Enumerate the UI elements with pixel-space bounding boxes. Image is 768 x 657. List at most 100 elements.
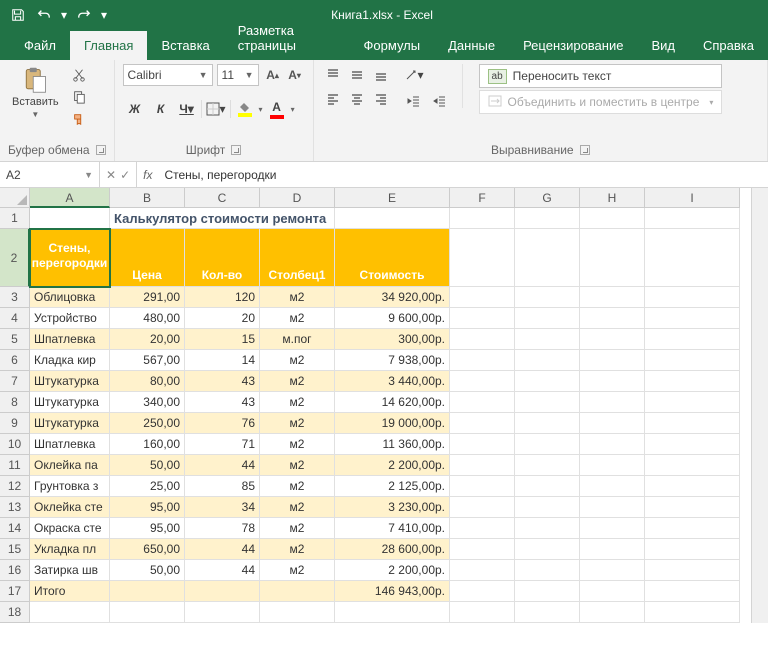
cancel-formula-icon[interactable]: ✕ <box>106 168 116 182</box>
row-header[interactable]: 12 <box>0 476 30 497</box>
cell[interactable] <box>580 560 645 581</box>
tab-review[interactable]: Рецензирование <box>509 31 637 60</box>
cell[interactable]: 78 <box>185 518 260 539</box>
cell[interactable]: Грунтовка з <box>30 476 110 497</box>
col-header-F[interactable]: F <box>450 188 515 208</box>
cell[interactable] <box>515 413 580 434</box>
cell[interactable]: 11 360,00р. <box>335 434 450 455</box>
cell[interactable] <box>450 476 515 497</box>
tab-formulas[interactable]: Формулы <box>350 31 435 60</box>
cell[interactable] <box>260 581 335 602</box>
cell[interactable] <box>450 602 515 623</box>
font-name-combo[interactable]: Calibri▼ <box>123 64 213 86</box>
col-header-D[interactable]: D <box>260 188 335 208</box>
cell[interactable]: Шпатлевка <box>30 434 110 455</box>
col-header-C[interactable]: C <box>185 188 260 208</box>
cell[interactable] <box>515 497 580 518</box>
cell[interactable] <box>110 602 185 623</box>
worksheet-grid[interactable]: ABCDEFGHI 1Калькулятор стоимости ремонта… <box>0 188 768 623</box>
cell[interactable] <box>450 413 515 434</box>
cell[interactable]: 95,00 <box>110 497 185 518</box>
orientation-icon[interactable]: ▾ <box>402 64 426 86</box>
cell[interactable]: Укладка пл <box>30 539 110 560</box>
align-left-icon[interactable] <box>322 88 344 110</box>
row-header[interactable]: 3 <box>0 287 30 308</box>
row-header[interactable]: 1 <box>0 208 30 229</box>
clipboard-launcher-icon[interactable] <box>96 145 106 155</box>
cut-icon[interactable] <box>69 66 89 84</box>
cell[interactable] <box>645 539 740 560</box>
cell[interactable] <box>580 497 645 518</box>
cell[interactable]: м2 <box>260 392 335 413</box>
cell[interactable] <box>450 229 515 287</box>
cell[interactable]: 3 230,00р. <box>335 497 450 518</box>
cell[interactable] <box>450 308 515 329</box>
cell[interactable]: Штукатурка <box>30 413 110 434</box>
cell[interactable] <box>450 581 515 602</box>
tab-layout[interactable]: Разметка страницы <box>224 16 350 60</box>
enter-formula-icon[interactable]: ✓ <box>120 168 130 182</box>
fill-color-icon[interactable] <box>233 98 257 120</box>
cell[interactable] <box>450 371 515 392</box>
cell[interactable] <box>645 308 740 329</box>
row-header[interactable]: 9 <box>0 413 30 434</box>
merge-center-button[interactable]: Объединить и поместить в центре ▾ <box>479 90 723 114</box>
row-header[interactable]: 16 <box>0 560 30 581</box>
col-header-G[interactable]: G <box>515 188 580 208</box>
underline-button[interactable]: Ч ▾ <box>175 98 199 120</box>
cell[interactable] <box>515 581 580 602</box>
font-launcher-icon[interactable] <box>231 145 241 155</box>
cell[interactable]: 85 <box>185 476 260 497</box>
row-header[interactable]: 17 <box>0 581 30 602</box>
cell[interactable]: 120 <box>185 287 260 308</box>
cell[interactable]: 9 600,00р. <box>335 308 450 329</box>
cell[interactable]: 20,00 <box>110 329 185 350</box>
cell[interactable]: м2 <box>260 560 335 581</box>
fx-icon[interactable]: fx <box>137 168 158 182</box>
wrap-text-button[interactable]: ab Переносить текст <box>479 64 723 88</box>
cell[interactable]: 2 125,00р. <box>335 476 450 497</box>
cell[interactable]: м.пог <box>260 329 335 350</box>
italic-button[interactable]: К <box>149 98 173 120</box>
cell[interactable] <box>645 434 740 455</box>
row-header[interactable]: 7 <box>0 371 30 392</box>
cell[interactable] <box>515 350 580 371</box>
cell[interactable] <box>450 350 515 371</box>
cell[interactable]: м2 <box>260 413 335 434</box>
row-header[interactable]: 13 <box>0 497 30 518</box>
cell[interactable] <box>645 413 740 434</box>
cell[interactable] <box>515 476 580 497</box>
cell[interactable]: 160,00 <box>110 434 185 455</box>
cell[interactable] <box>580 434 645 455</box>
cell[interactable] <box>645 581 740 602</box>
decrease-font-icon[interactable]: А▾ <box>285 65 305 85</box>
cell[interactable] <box>515 329 580 350</box>
name-box[interactable]: A2▼ <box>0 162 100 187</box>
align-middle-icon[interactable] <box>346 64 368 86</box>
tab-insert[interactable]: Вставка <box>147 31 223 60</box>
cell[interactable]: 480,00 <box>110 308 185 329</box>
cell[interactable]: Затирка шв <box>30 560 110 581</box>
undo-icon[interactable] <box>32 3 56 27</box>
cell[interactable] <box>645 229 740 287</box>
paste-button[interactable]: Вставить ▼ <box>8 64 63 121</box>
tab-view[interactable]: Вид <box>637 31 689 60</box>
cell[interactable] <box>450 434 515 455</box>
cell[interactable] <box>515 229 580 287</box>
cell[interactable]: 25,00 <box>110 476 185 497</box>
row-header[interactable]: 8 <box>0 392 30 413</box>
bold-button[interactable]: Ж <box>123 98 147 120</box>
cell[interactable] <box>580 602 645 623</box>
table-header[interactable]: Цена <box>110 229 185 287</box>
cell[interactable]: Итого <box>30 581 110 602</box>
row-header[interactable]: 11 <box>0 455 30 476</box>
cell[interactable] <box>580 413 645 434</box>
cell[interactable]: 43 <box>185 392 260 413</box>
cell[interactable]: Кладка кир <box>30 350 110 371</box>
tab-file[interactable]: Файл <box>10 31 70 60</box>
cell[interactable]: Оклейка сте <box>30 497 110 518</box>
cell[interactable] <box>335 602 450 623</box>
row-header[interactable]: 18 <box>0 602 30 623</box>
align-bottom-icon[interactable] <box>370 64 392 86</box>
cell[interactable]: 2 200,00р. <box>335 560 450 581</box>
